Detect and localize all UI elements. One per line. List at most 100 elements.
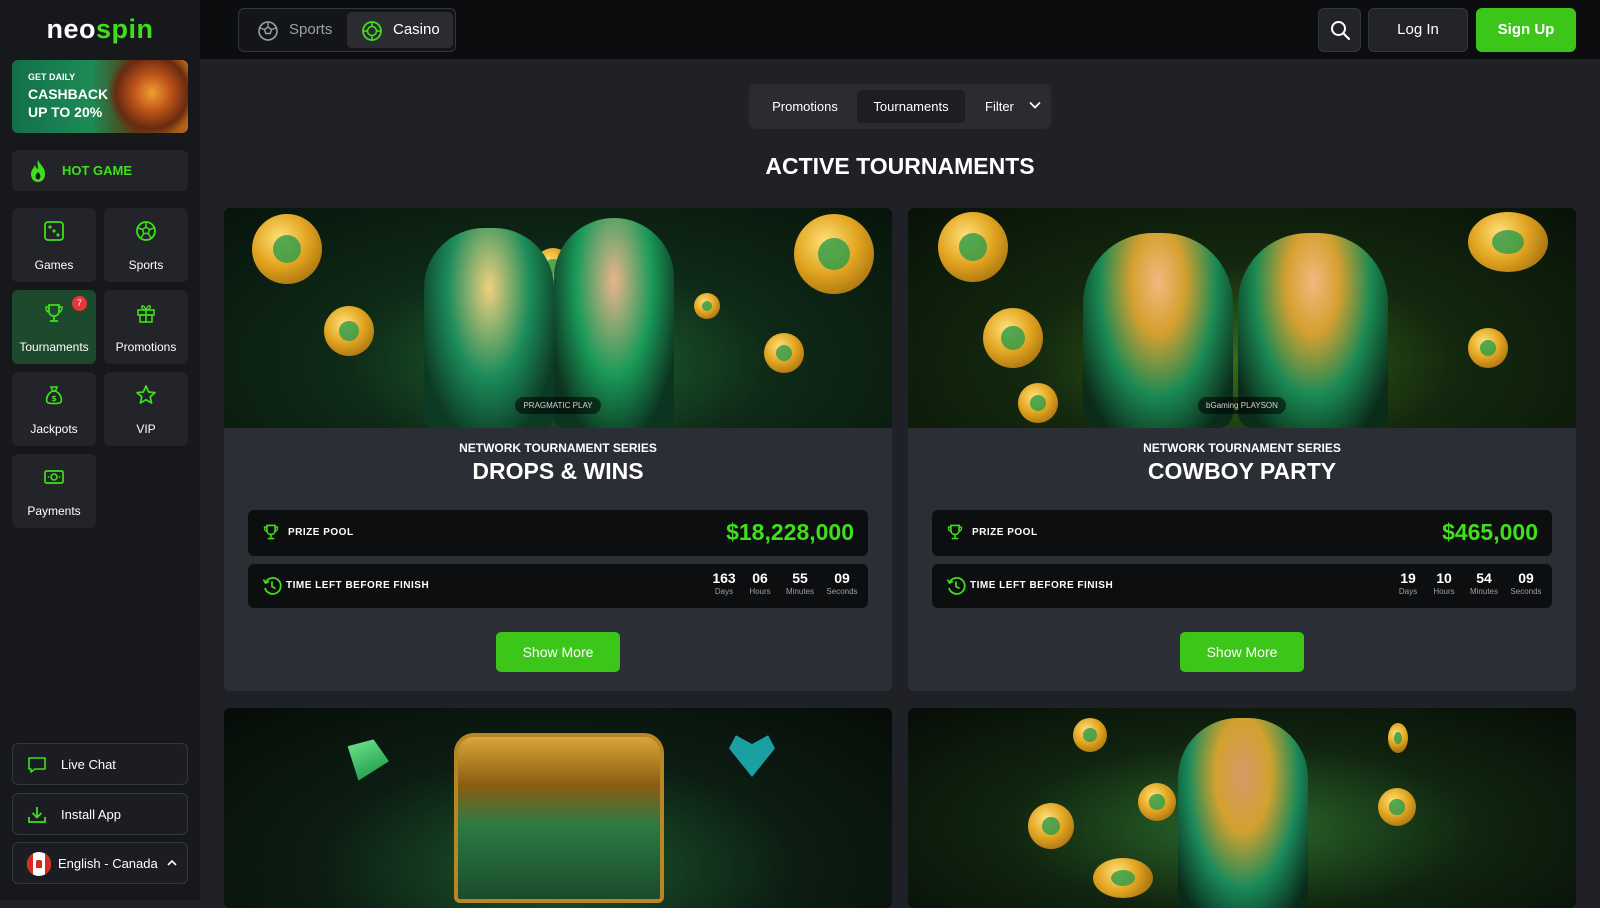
sidebar-item-sports[interactable]: Sports [104,208,188,282]
trophy-icon [263,524,279,540]
pharaoh-queen-character [1178,718,1308,908]
tab-casino-label: Casino [393,21,440,38]
sidebar-item-games[interactable]: Games [12,208,96,282]
gift-icon [137,305,155,323]
countdown-days: 163 Days [708,570,740,596]
countdown-days: 19 Days [1392,570,1424,596]
trophy-icon [45,304,63,322]
coin-decoration [1093,858,1153,898]
countdown-days-value: 19 [1400,570,1416,586]
install-app-button[interactable]: Install App [12,793,188,835]
tournament-banner-image[interactable]: PRAGMATIC PLAY [224,208,892,428]
tournament-card-partial[interactable] [224,708,892,908]
heart-decoration [729,735,775,777]
provider-logo: bGaming PLAYSON [908,397,1576,414]
tournament-banner-image[interactable]: bGaming PLAYSON [908,208,1576,428]
coin-decoration [1073,718,1107,752]
logo-text-right: spin [96,14,154,44]
sidebar-item-vip[interactable]: VIP [104,372,188,446]
chevron-up-icon [167,859,177,866]
tournament-card: bGaming PLAYSON NETWORK TOURNAMENT SERIE… [908,208,1576,691]
logo-text-left: neo [46,14,96,44]
countdown-minutes-unit: Minutes [1469,587,1498,596]
countdown-hours-value: 06 [752,570,768,586]
coin-decoration [252,214,322,284]
tab-promotions[interactable]: Promotions [755,90,855,123]
sidebar-item-tournaments[interactable]: 7 Tournaments [12,290,96,364]
brand-logo[interactable]: neospin [0,14,200,45]
cash-icon [44,470,64,484]
tournament-series: NETWORK TOURNAMENT SERIES [1143,441,1341,455]
tab-tournaments[interactable]: Tournaments [857,90,965,123]
sidebar-item-label: Promotions [115,340,177,354]
hot-game-button[interactable]: HOT GAME [12,150,188,191]
prize-pool-row: PRIZE POOL $465,000 [932,510,1552,556]
gem-decoration [338,732,394,788]
sidebar-item-label: Sports [128,258,164,272]
countdown-row: TIME LEFT BEFORE FINISH 163 Days 06 Hours … [248,564,868,608]
countdown-days-unit: Days [1398,587,1418,596]
sidebar-item-promotions[interactable]: Promotions [104,290,188,364]
coin-decoration [694,293,720,319]
countdown-hours-value: 10 [1436,570,1452,586]
prize-pool-amount: $18,228,000 [726,519,854,545]
show-more-button[interactable]: Show More [496,632,620,672]
notification-badge: 7 [72,296,87,311]
coin-decoration [1138,783,1176,821]
sidebar-item-payments[interactable]: Payments [12,454,96,528]
show-more-button[interactable]: Show More [1180,632,1304,672]
coin-decoration [764,333,804,373]
tab-sports-label: Sports [289,21,333,38]
countdown-minutes: 55 Minutes [780,570,820,596]
search-icon [1331,21,1351,41]
countdown-seconds-value: 09 [834,570,850,586]
tab-sports[interactable]: Sports [243,12,343,48]
sidebar: neospin GET DAILY CASHBACK UP TO 20% HOT… [0,0,200,900]
coin-decoration [1468,328,1508,368]
countdown-seconds-unit: Seconds [826,587,858,596]
page-title: ACTIVE TOURNAMENTS [765,153,1035,179]
filter-label: Filter [985,99,1014,114]
countdown-hours: 10 Hours [1428,570,1460,596]
sidebar-item-label: Tournaments [19,340,89,354]
soccer-ball-icon [136,221,156,241]
product-switcher: Sports Casino [238,8,456,52]
tournament-title: DROPS & WINS [472,458,644,484]
flame-icon [31,160,45,182]
countdown-days-value: 163 [712,570,736,586]
countdown-seconds: 09 Seconds [1506,570,1546,596]
login-button[interactable]: Log In [1368,8,1468,52]
live-chat-button[interactable]: Live Chat [12,743,188,785]
prize-pool-label: PRIZE POOL [288,527,354,538]
provider-logo: PRAGMATIC PLAY [224,397,892,414]
cashback-line1: GET DAILY [28,72,76,82]
slot-machine-illustration [454,733,664,903]
clock-history-icon [262,577,282,595]
language-label: English - Canada [58,856,158,871]
language-selector[interactable]: English - Canada [12,842,188,884]
tournament-card-partial[interactable] [908,708,1576,908]
signup-button[interactable]: Sign Up [1476,8,1576,52]
countdown-hours: 06 Hours [744,570,776,596]
filter-dropdown[interactable]: Filter [969,90,1047,123]
soccer-ball-icon [258,21,278,41]
time-left-label: TIME LEFT BEFORE FINISH [970,580,1114,591]
coin-decoration [1378,788,1416,826]
countdown-minutes-unit: Minutes [785,587,814,596]
dragon-illustration [108,60,188,133]
tab-casino[interactable]: Casino [347,12,453,48]
tournament-series: NETWORK TOURNAMENT SERIES [459,441,657,455]
prize-pool-amount: $465,000 [1442,519,1538,545]
cashback-banner[interactable]: GET DAILY CASHBACK UP TO 20% [12,60,188,133]
sidebar-item-label: Payments [27,504,81,518]
coin-decoration [794,214,874,294]
coin-decoration [1028,803,1074,849]
cashback-line2: CASHBACK [28,86,109,102]
search-button[interactable] [1318,8,1361,52]
countdown-hours-unit: Hours [1433,587,1455,596]
money-bag-icon: $ [45,386,63,405]
hot-game-label: HOT GAME [62,163,133,178]
sidebar-item-jackpots[interactable]: $ Jackpots [12,372,96,446]
install-app-label: Install App [61,807,121,822]
casino-chip-icon [362,21,382,41]
